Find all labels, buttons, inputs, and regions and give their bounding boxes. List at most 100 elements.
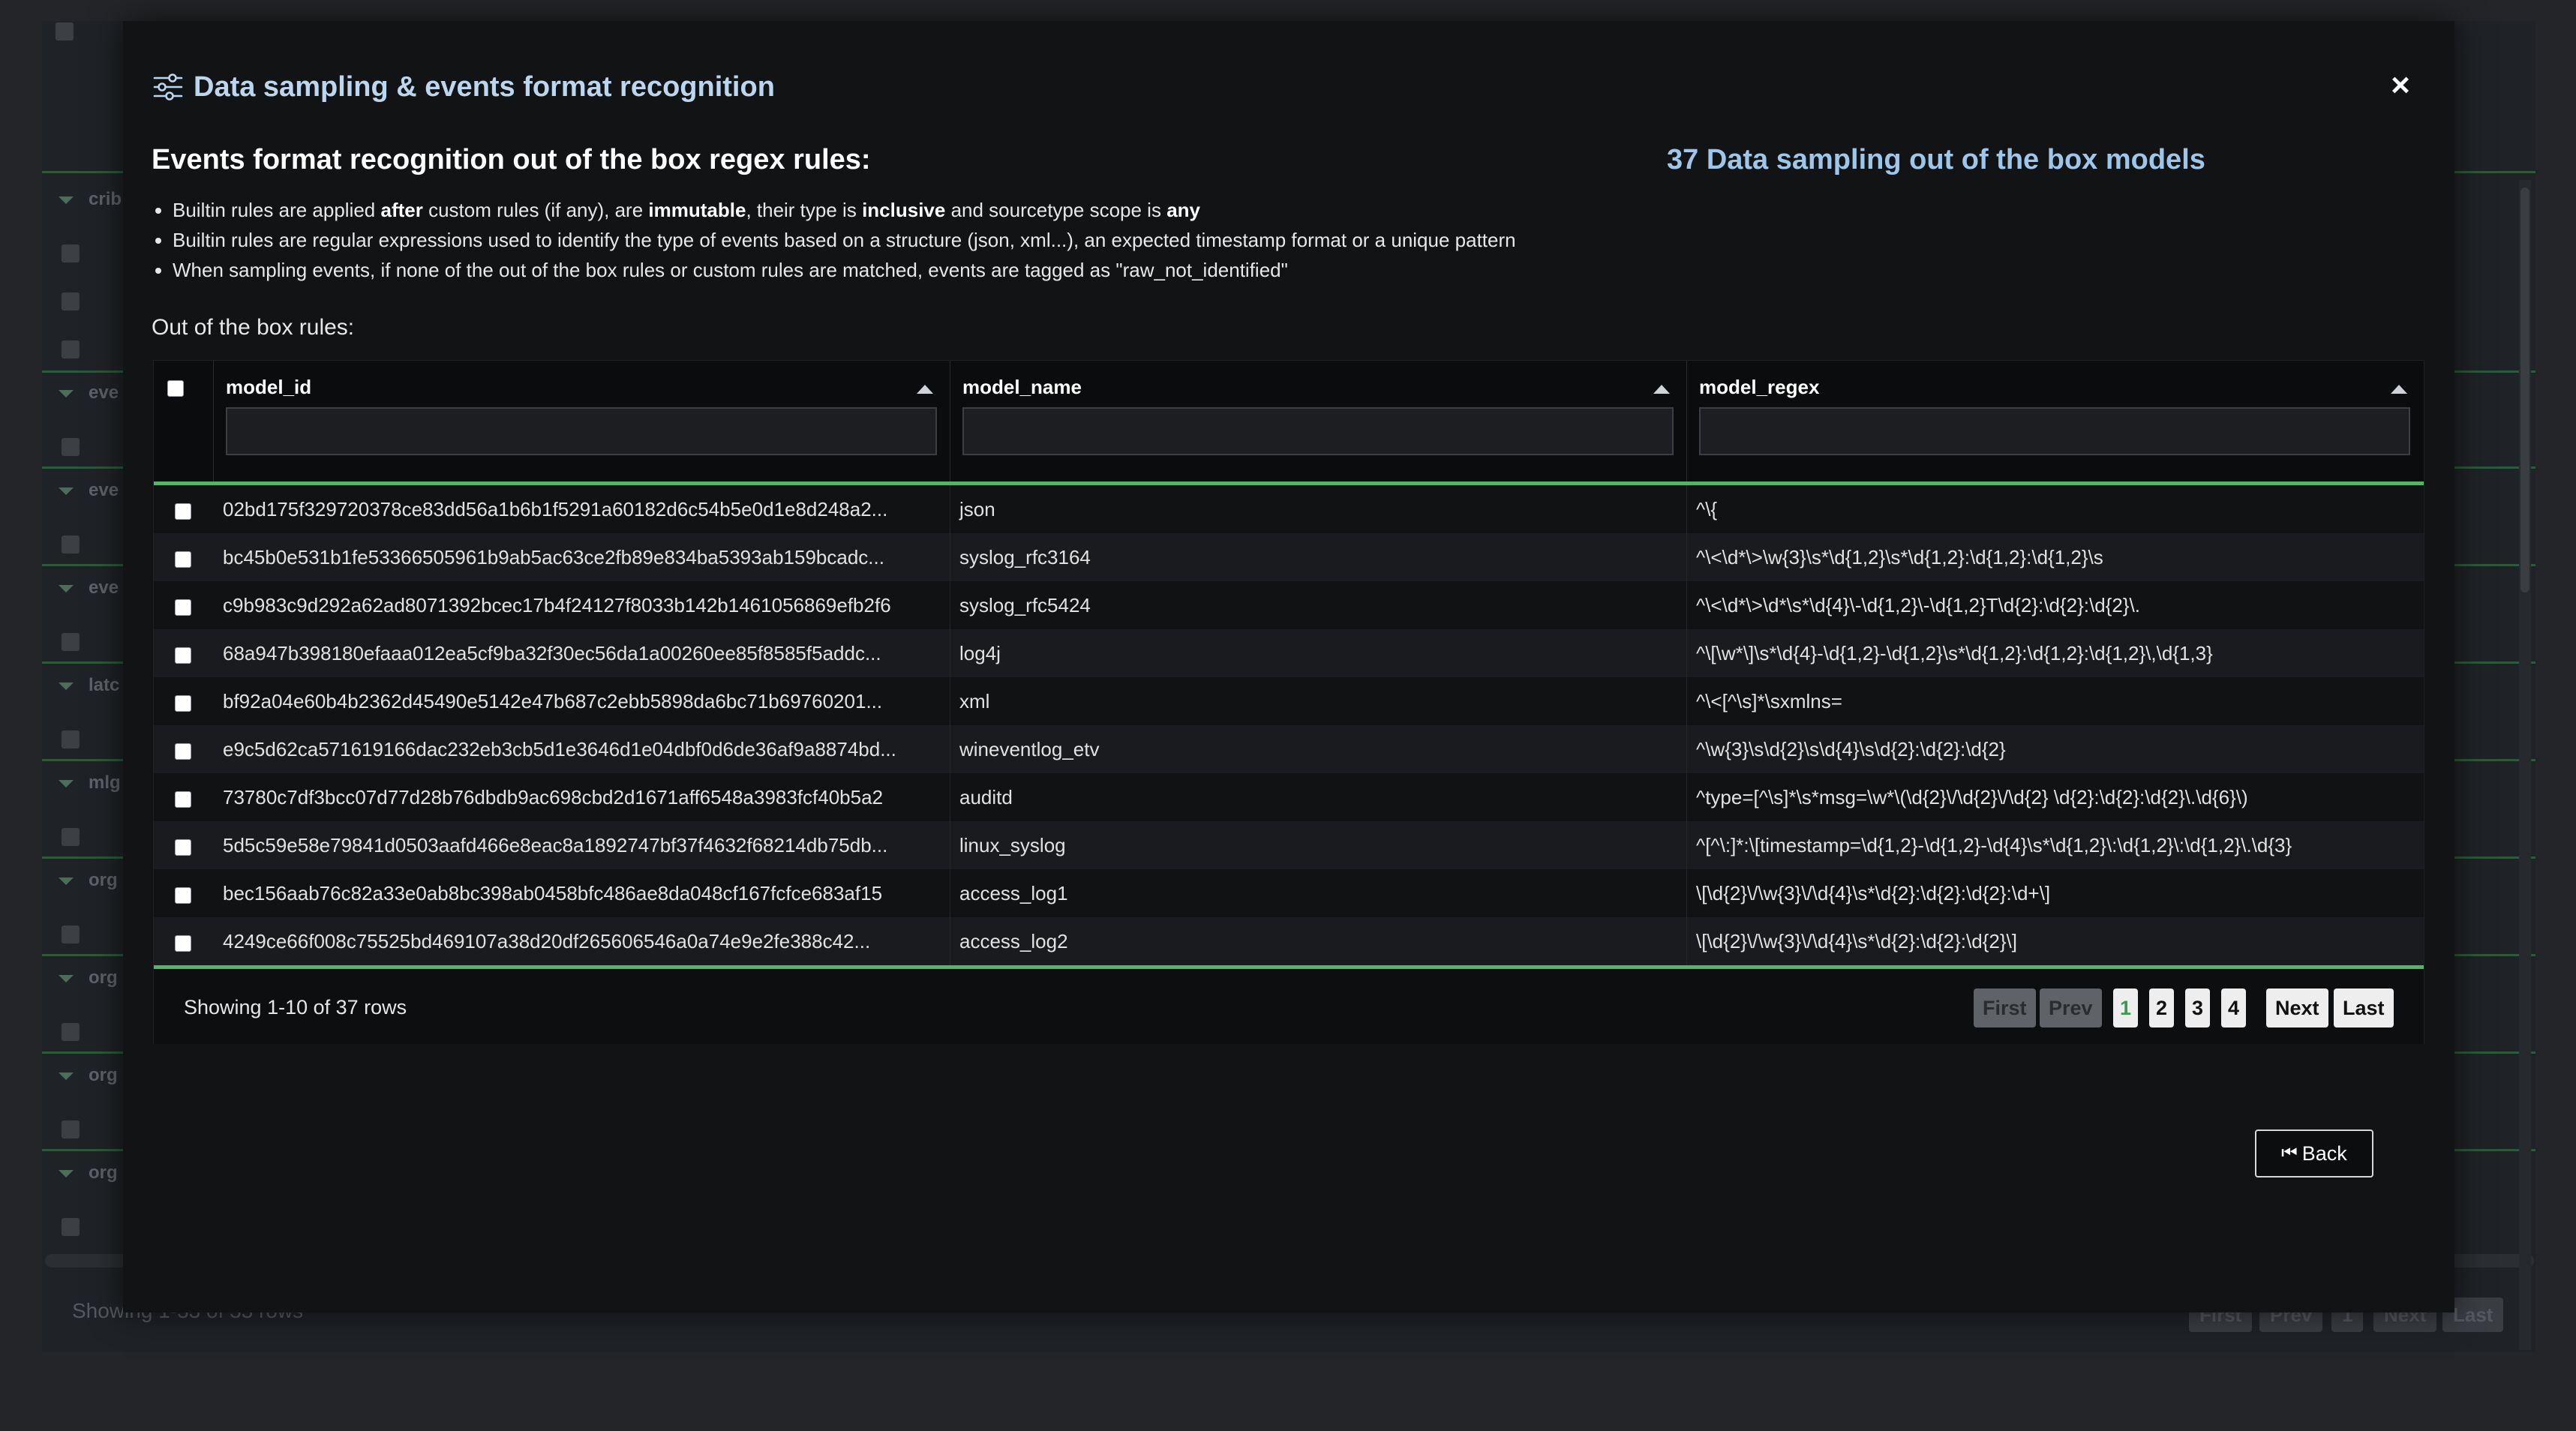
info-bullet: Builtin rules are applied after custom r…: [173, 195, 1516, 225]
background-checkbox: [62, 244, 80, 262]
pagination-page-1[interactable]: 1: [2113, 988, 2139, 1028]
column-header-model-regex[interactable]: model_regex: [1687, 361, 2424, 482]
back-button[interactable]: ⏮ Back: [2255, 1130, 2373, 1178]
table-row[interactable]: c9b983c9d292a62ad8071392bcec17b4f24127f8…: [154, 581, 2424, 629]
column-label: model_regex: [1699, 376, 1820, 398]
cell-model-id: 02bd175f329720378ce83dd56a1b6b1f5291a601…: [214, 485, 950, 533]
chevron-down-icon: [59, 1072, 74, 1080]
table-row[interactable]: 68a947b398180efaaa012ea5cf9ba32f30ec56da…: [154, 629, 2424, 677]
pagination-page-3[interactable]: 3: [2185, 988, 2211, 1028]
cell-model-name: access_log2: [950, 917, 1687, 965]
sort-asc-icon[interactable]: [917, 385, 933, 394]
row-checkbox[interactable]: [175, 695, 191, 712]
model-regex-filter-input[interactable]: [1699, 407, 2410, 455]
table-footer: Showing 1-10 of 37 rows First Prev 1 2 3…: [154, 969, 2424, 1044]
cell-model-name: linux_syslog: [950, 821, 1687, 869]
table-row[interactable]: 73780c7df3bcc07d77d28b76dbdb9ac698cbd2d1…: [154, 773, 2424, 821]
table-row[interactable]: 02bd175f329720378ce83dd56a1b6b1f5291a601…: [154, 485, 2424, 533]
skip-back-icon: ⏮: [2281, 1143, 2298, 1163]
pagination-page-2[interactable]: 2: [2149, 988, 2175, 1028]
data-sampling-modal: Data sampling & events format recognitio…: [123, 21, 2454, 1312]
info-bullet: Builtin rules are regular expressions us…: [173, 225, 1516, 255]
sort-asc-icon[interactable]: [1653, 385, 1670, 394]
row-checkbox[interactable]: [175, 503, 191, 520]
cell-model-id: bf92a04e60b4b2362d45490e5142e47b687c2ebb…: [214, 677, 950, 725]
chevron-down-icon: [59, 780, 74, 788]
column-label: model_name: [962, 376, 1082, 398]
cell-model-name: log4j: [950, 629, 1687, 677]
chevron-down-icon: [59, 196, 74, 204]
pagination-page-4[interactable]: 4: [2221, 988, 2247, 1028]
cell-model-regex: ^\<\d*\>\w{3}\s*\d{1,2}\s*\d{1,2}:\d{1,2…: [1696, 546, 2103, 568]
cell-model-id: bc45b0e531b1fe53366505961b9ab5ac63ce2fb8…: [214, 533, 950, 581]
cell-model-name: access_log1: [950, 869, 1687, 917]
chevron-down-icon: [59, 390, 74, 398]
table-row[interactable]: bf92a04e60b4b2362d45490e5142e47b687c2ebb…: [154, 677, 2424, 725]
background-group-label: eve: [89, 382, 119, 403]
table-row[interactable]: bc45b0e531b1fe53366505961b9ab5ac63ce2fb8…: [154, 533, 2424, 581]
select-all-checkbox[interactable]: [167, 380, 184, 397]
cell-model-name: auditd: [950, 773, 1687, 821]
info-bullet: When sampling events, if none of the out…: [173, 255, 1516, 285]
background-checkbox: [62, 292, 80, 310]
cell-model-regex: ^type=[^\s]*\s*msg=\w*\(\d{2}\/\d{2}\/\d…: [1696, 786, 2248, 808]
cell-model-id: e9c5d62ca571619166dac232eb3cb5d1e3646d1e…: [214, 725, 950, 773]
table-row[interactable]: e9c5d62ca571619166dac232eb3cb5d1e3646d1e…: [154, 725, 2424, 773]
column-label: model_id: [226, 376, 312, 398]
row-checkbox[interactable]: [175, 887, 191, 904]
model-id-filter-input[interactable]: [226, 407, 937, 455]
column-header-model-id[interactable]: model_id: [214, 361, 950, 482]
data-sampling-models-link[interactable]: 37 Data sampling out of the box models: [1667, 144, 2205, 176]
back-button-label: Back: [2301, 1142, 2347, 1165]
cell-model-id: bec156aab76c82a33e0ab8bc398ab0458bfc486a…: [214, 869, 950, 917]
row-checkbox[interactable]: [175, 791, 191, 808]
column-header-model-name[interactable]: model_name: [950, 361, 1687, 482]
pagination-first-button[interactable]: First: [1974, 988, 2036, 1028]
close-button[interactable]: ×: [2385, 67, 2415, 104]
cell-model-name: xml: [950, 677, 1687, 725]
cell-model-regex: ^\w{3}\s\d{2}\s\d{4}\s\d{2}:\d{2}:\d{2}: [1696, 738, 2006, 760]
background-checkbox: [56, 22, 74, 40]
background-group-label: org: [89, 1065, 118, 1085]
modal-title: Data sampling & events format recognitio…: [194, 70, 775, 103]
cell-model-regex: ^\<\d*\>\d*\s*\d{4}\-\d{1,2}\-\d{1,2}T\d…: [1696, 594, 2140, 616]
background-group-label: org: [89, 1162, 118, 1183]
rows-info: Showing 1-10 of 37 rows: [184, 996, 407, 1018]
background-checkbox: [62, 1120, 80, 1138]
chevron-down-icon: [59, 1170, 74, 1178]
pagination-next-button[interactable]: Next: [2266, 988, 2328, 1028]
row-checkbox[interactable]: [175, 839, 191, 856]
cell-model-regex: ^\[\w*\]\s*\d{4}-\d{1,2}-\d{1,2}\s*\d{1,…: [1696, 642, 2213, 664]
sort-asc-icon[interactable]: [2391, 385, 2407, 394]
cell-model-name: wineventlog_etv: [950, 725, 1687, 773]
cell-model-name: json: [950, 485, 1687, 533]
pagination-last-button[interactable]: Last: [2334, 988, 2394, 1028]
background-group-label: crib: [89, 189, 122, 209]
row-checkbox[interactable]: [175, 599, 191, 616]
row-checkbox[interactable]: [175, 551, 191, 568]
sliders-icon: [153, 74, 183, 100]
table-row[interactable]: 4249ce66f008c75525bd469107a38d20df265606…: [154, 917, 2424, 965]
background-checkbox: [62, 536, 80, 554]
modal-header: Data sampling & events format recognitio…: [152, 57, 775, 117]
rules-table: model_id model_name model_regex 02bd175f…: [153, 360, 2424, 1044]
pagination-prev-button[interactable]: Prev: [2040, 988, 2102, 1028]
background-checkbox: [62, 926, 80, 944]
row-checkbox[interactable]: [175, 647, 191, 664]
table-row[interactable]: 5d5c59e58e79841d0503aafd466e8eac8a189274…: [154, 821, 2424, 869]
row-checkbox[interactable]: [175, 743, 191, 760]
background-group-label: org: [89, 870, 118, 890]
cell-model-id: 5d5c59e58e79841d0503aafd466e8eac8a189274…: [214, 821, 950, 869]
cell-model-regex: \[\d{2}\/\w{3}\/\d{4}\s*\d{2}:\d{2}:\d{2…: [1696, 882, 2051, 904]
model-name-filter-input[interactable]: [962, 407, 1674, 455]
chevron-down-icon: [59, 585, 74, 592]
table-row[interactable]: bec156aab76c82a33e0ab8bc398ab0458bfc486a…: [154, 869, 2424, 917]
cell-model-id: 68a947b398180efaaa012ea5cf9ba32f30ec56da…: [214, 629, 950, 677]
table-header: model_id model_name model_regex: [154, 361, 2424, 485]
row-checkbox[interactable]: [175, 935, 191, 952]
cell-model-name: syslog_rfc5424: [950, 581, 1687, 629]
background-group-label: latc: [89, 675, 120, 695]
chevron-down-icon: [59, 878, 74, 885]
background-checkbox: [62, 633, 80, 651]
cell-model-regex: \[\d{2}\/\w{3}\/\d{4}\s*\d{2}:\d{2}:\d{2…: [1696, 930, 2017, 952]
